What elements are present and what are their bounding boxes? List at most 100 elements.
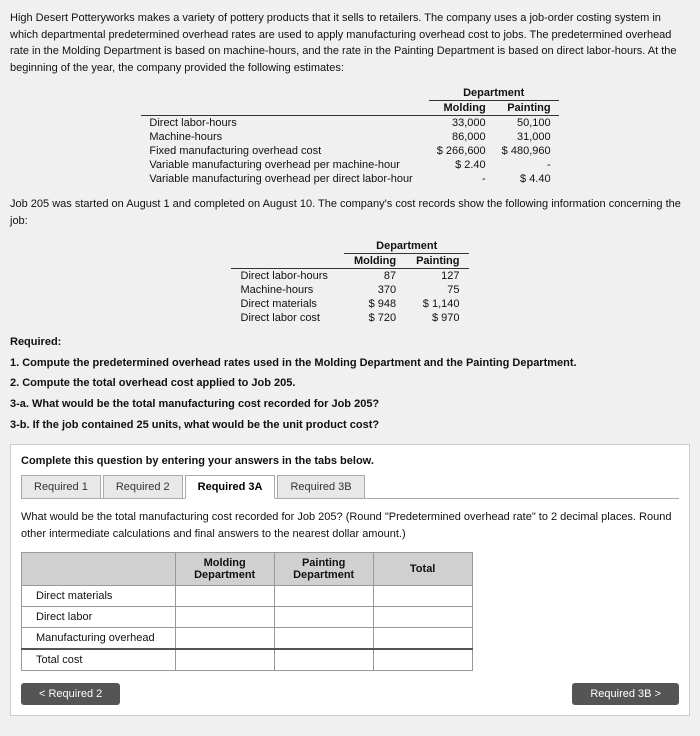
molding-header: Molding [429, 101, 494, 116]
row-label: Direct labor cost [231, 311, 344, 325]
painting-value: $ 970 [406, 311, 469, 325]
answer-row: Direct labor [22, 607, 473, 628]
answer-row-label: Direct materials [22, 586, 176, 607]
total-input-cell[interactable] [373, 586, 472, 607]
tab-required-3b[interactable]: Required 3B [277, 475, 364, 498]
molding-value: $ 2.40 [429, 158, 494, 172]
nav-buttons: < Required 2 Required 3B > [21, 683, 679, 705]
molding-value: 86,000 [429, 130, 494, 144]
intro-text: High Desert Potteryworks makes a variety… [10, 10, 690, 76]
job-dept-header: Department [344, 239, 470, 254]
col-header-total: Total [373, 553, 472, 586]
estimates-table-wrapper: Department Molding Painting Direct labor… [10, 86, 690, 186]
estimates-row: Variable manufacturing overhead per mach… [141, 158, 558, 172]
painting-input-cell[interactable] [274, 628, 373, 650]
row-label: Machine-hours [231, 283, 344, 297]
required-item: 1. Compute the predetermined overhead ra… [10, 354, 690, 373]
painting-value: - [494, 158, 559, 172]
required-item: 3-a. What would be the total manufacturi… [10, 395, 690, 414]
job-table-wrapper: Department Molding Painting Direct labor… [10, 239, 690, 325]
painting-input[interactable] [289, 632, 359, 644]
row-label: Machine-hours [141, 130, 428, 144]
complete-box: Complete this question by entering your … [10, 444, 690, 716]
answer-row-label: Manufacturing overhead [22, 628, 176, 650]
tab-required-1[interactable]: Required 1 [21, 475, 101, 498]
painting-value: 127 [406, 269, 469, 284]
total-input[interactable] [388, 632, 458, 644]
col-header-molding: MoldingDepartment [175, 553, 274, 586]
painting-value: $ 480,960 [494, 144, 559, 158]
painting-value: 50,100 [494, 116, 559, 131]
dept-header: Department [429, 86, 559, 101]
tab-required-3a[interactable]: Required 3A [185, 475, 276, 499]
row-label: Direct labor-hours [141, 116, 428, 131]
estimates-row: Fixed manufacturing overhead cost $ 266,… [141, 144, 558, 158]
total-input-cell[interactable] [373, 628, 472, 650]
total-input[interactable] [388, 590, 458, 602]
painting-input[interactable] [289, 590, 359, 602]
molding-value: 87 [344, 269, 406, 284]
molding-value: $ 948 [344, 297, 406, 311]
painting-header: Painting [494, 101, 559, 116]
molding-value: 33,000 [429, 116, 494, 131]
job-row: Direct labor cost $ 720 $ 970 [231, 311, 470, 325]
complete-title: Complete this question by entering your … [21, 455, 679, 467]
job-painting-header: Painting [406, 254, 469, 269]
answer-row: Manufacturing overhead [22, 628, 473, 650]
job-table: Department Molding Painting Direct labor… [231, 239, 470, 325]
job-row: Direct materials $ 948 $ 1,140 [231, 297, 470, 311]
molding-input[interactable] [190, 654, 260, 666]
answer-table: MoldingDepartment PaintingDepartment Tot… [21, 552, 473, 671]
molding-value: $ 720 [344, 311, 406, 325]
molding-input[interactable] [190, 632, 260, 644]
molding-input-cell[interactable] [175, 586, 274, 607]
answer-row: Direct materials [22, 586, 473, 607]
total-input-cell[interactable] [373, 649, 472, 671]
molding-value: - [429, 172, 494, 186]
tab-required-2[interactable]: Required 2 [103, 475, 183, 498]
answer-row-label: Direct labor [22, 607, 176, 628]
col-header-label [22, 553, 176, 586]
col-header-painting: PaintingDepartment [274, 553, 373, 586]
total-input-cell[interactable] [373, 607, 472, 628]
total-input[interactable] [388, 654, 458, 666]
molding-value: 370 [344, 283, 406, 297]
job-molding-header: Molding [344, 254, 406, 269]
painting-input-cell[interactable] [274, 649, 373, 671]
required-section: Required: 1. Compute the predetermined o… [10, 333, 690, 434]
molding-value: $ 266,600 [429, 144, 494, 158]
painting-input[interactable] [289, 611, 359, 623]
estimates-row: Direct labor-hours 33,000 50,100 [141, 116, 558, 131]
estimates-table: Department Molding Painting Direct labor… [141, 86, 558, 186]
job-row: Machine-hours 370 75 [231, 283, 470, 297]
painting-value: 31,000 [494, 130, 559, 144]
estimates-row: Machine-hours 86,000 31,000 [141, 130, 558, 144]
required-title: Required: [10, 333, 690, 352]
painting-input-cell[interactable] [274, 586, 373, 607]
next-button[interactable]: Required 3B > [572, 683, 679, 705]
answer-row-label: Total cost [22, 649, 176, 671]
required-item: 2. Compute the total overhead cost appli… [10, 374, 690, 393]
painting-value: 75 [406, 283, 469, 297]
job-intro-text: Job 205 was started on August 1 and comp… [10, 196, 690, 229]
molding-input-cell[interactable] [175, 628, 274, 650]
painting-input-cell[interactable] [274, 607, 373, 628]
tabs-row: Required 1Required 2Required 3ARequired … [21, 475, 679, 499]
question-text: What would be the total manufacturing co… [21, 509, 679, 542]
molding-input[interactable] [190, 611, 260, 623]
row-label: Variable manufacturing overhead per dire… [141, 172, 428, 186]
painting-value: $ 4.40 [494, 172, 559, 186]
row-label: Direct materials [231, 297, 344, 311]
painting-input[interactable] [289, 654, 359, 666]
total-input[interactable] [388, 611, 458, 623]
back-button[interactable]: < Required 2 [21, 683, 120, 705]
estimates-row: Variable manufacturing overhead per dire… [141, 172, 558, 186]
row-label: Direct labor-hours [231, 269, 344, 284]
painting-value: $ 1,140 [406, 297, 469, 311]
answer-row: Total cost [22, 649, 473, 671]
molding-input-cell[interactable] [175, 649, 274, 671]
job-row: Direct labor-hours 87 127 [231, 269, 470, 284]
molding-input[interactable] [190, 590, 260, 602]
molding-input-cell[interactable] [175, 607, 274, 628]
required-item: 3-b. If the job contained 25 units, what… [10, 416, 690, 435]
